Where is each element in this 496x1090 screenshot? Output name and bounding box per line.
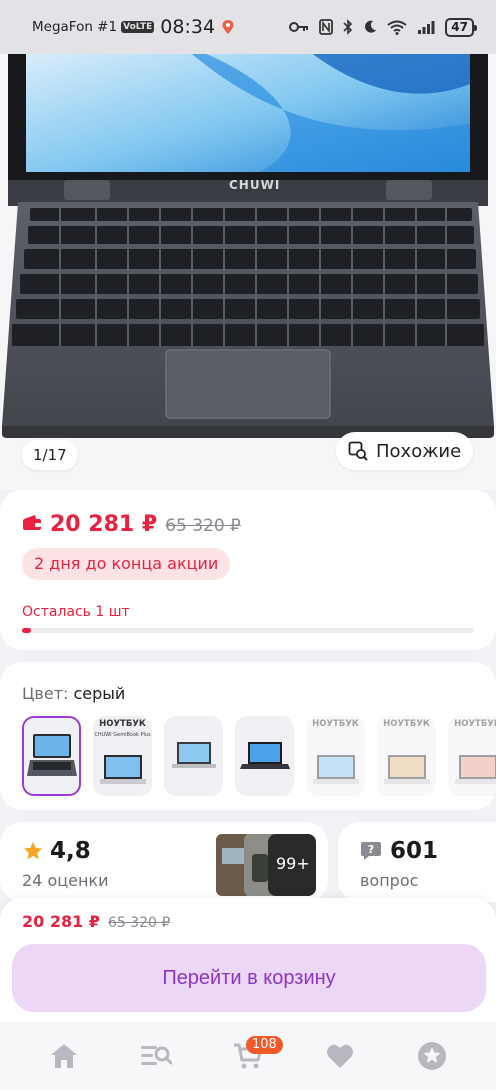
signal-icon	[418, 21, 435, 34]
questions-label: вопрос	[360, 871, 419, 890]
rating-card[interactable]: 4,8 24 оценки 99+	[0, 822, 328, 902]
price-card: 20 281 ₽ 65 320 ₽ 2 дня до конца акции О…	[0, 490, 496, 650]
cart-count-badge: 108	[246, 1036, 283, 1054]
swatch-variant-3[interactable]	[164, 716, 223, 796]
cart-current-price: 20 281 ₽	[22, 912, 100, 931]
carrier-name: MegaFon #1	[32, 19, 118, 35]
laptop-brand-logo: CHUWI	[229, 178, 281, 192]
similar-button[interactable]: Похожие	[336, 432, 474, 470]
bottom-navigation: 108	[0, 1022, 496, 1090]
stock-progress-fill	[22, 628, 32, 633]
color-swatches: НОУТБУК CHUWI GemiBook Plus НОУТБУК НОУТ…	[22, 716, 496, 796]
wallet-icon	[23, 515, 41, 530]
favorites-icon	[327, 1044, 353, 1068]
laptop-photo	[2, 54, 494, 438]
nav-profile[interactable]	[402, 1026, 462, 1086]
go-to-cart-button[interactable]: Перейти в корзину	[12, 944, 486, 1012]
swatch-gray-selected[interactable]	[22, 716, 81, 796]
swatch-variant-7[interactable]: НОУТБУК	[448, 716, 496, 796]
questions-count: 601	[390, 838, 439, 864]
swatch-laptop-image	[26, 734, 77, 776]
nav-catalog[interactable]	[126, 1026, 186, 1086]
product-image-gallery[interactable]: CHUWI	[0, 54, 496, 490]
catalog-search-icon	[141, 1046, 172, 1065]
rating-value-row: 4,8	[22, 838, 91, 864]
do-not-disturb-moon-icon	[365, 20, 377, 33]
color-heading: Цвет: серый	[22, 684, 125, 703]
home-icon	[51, 1044, 77, 1068]
swatch-laptop-image	[312, 755, 359, 784]
current-price: 20 281 ₽	[50, 512, 158, 537]
star-icon	[23, 841, 43, 860]
swatch-badge: НОУТБУК	[454, 719, 496, 729]
swatch-badge: НОУТБУК	[312, 719, 359, 729]
clock: 08:34	[160, 16, 216, 38]
swatch-variant-6[interactable]: НОУТБУК	[377, 716, 436, 796]
stock-label: Осталась 1 шт	[22, 604, 130, 620]
stock-progress-bar	[22, 628, 474, 633]
svg-text:?: ?	[368, 843, 374, 856]
rating-count: 24 оценки	[22, 871, 109, 890]
swatch-laptop-image	[99, 755, 146, 784]
promo-countdown-badge: 2 дня до конца акции	[22, 548, 231, 580]
wifi-icon	[387, 20, 407, 35]
swatch-badge: НОУТБУК	[99, 719, 146, 729]
bluetooth-icon	[343, 19, 353, 35]
key-icon	[289, 22, 309, 32]
swatch-badge: НОУТБУК	[383, 719, 430, 729]
color-value: серый	[73, 684, 126, 703]
swatch-laptop-image	[171, 742, 216, 768]
battery-indicator: 47	[445, 17, 477, 37]
questions-value-row: ? 601	[360, 838, 438, 864]
review-photos[interactable]: 99+	[216, 834, 316, 896]
swatch-laptop-image	[239, 742, 290, 769]
status-bar: MegaFon #1 VoLTE 08:34 47	[0, 0, 496, 54]
color-label: Цвет:	[22, 684, 69, 703]
volte-badge: VoLTE	[121, 21, 155, 33]
swatch-subtitle: CHUWI GemiBook Plus	[94, 732, 151, 738]
question-bubble-icon: ?	[361, 842, 381, 860]
cart-old-price: 65 320 ₽	[107, 915, 171, 931]
similar-label: Похожие	[376, 440, 462, 462]
rating-value: 4,8	[50, 838, 91, 864]
more-photos-count: 99+	[276, 854, 310, 873]
swatch-laptop-image	[383, 755, 430, 784]
price-row: 20 281 ₽ 65 320 ₽	[22, 512, 241, 537]
sticky-cart-panel: 20 281 ₽ 65 320 ₽ Перейти в корзину	[0, 898, 496, 1022]
questions-card[interactable]: ? 601 вопрос	[338, 822, 496, 902]
similar-search-icon	[348, 441, 368, 461]
image-counter: 1/17	[22, 440, 78, 470]
swatch-variant-5[interactable]: НОУТБУК	[306, 716, 365, 796]
swatch-laptop-image	[454, 755, 496, 784]
profile-star-icon	[418, 1042, 446, 1070]
nav-favorites[interactable]	[310, 1026, 370, 1086]
swatch-variant-4[interactable]	[235, 716, 294, 796]
color-selector-card: Цвет: серый НОУТБУК CHUWI GemiBook Plus …	[0, 662, 496, 810]
swatch-variant-2[interactable]: НОУТБУК CHUWI GemiBook Plus	[93, 716, 152, 796]
nav-cart[interactable]: 108	[218, 1026, 283, 1086]
location-pin-icon	[222, 20, 234, 34]
old-price: 65 320 ₽	[165, 516, 241, 536]
cart-price-row: 20 281 ₽ 65 320 ₽	[22, 912, 170, 931]
nfc-icon	[319, 19, 334, 35]
nav-home[interactable]	[34, 1026, 94, 1086]
